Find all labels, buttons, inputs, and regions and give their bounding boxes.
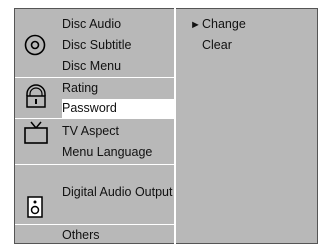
menu-item-password[interactable]: Password: [62, 99, 174, 118]
menu-item-digital-audio-output[interactable]: Digital Audio Output: [62, 183, 173, 202]
submenu-item-change[interactable]: ►Change: [190, 15, 246, 34]
lock-icon: [26, 84, 46, 108]
speaker-icon: [27, 196, 43, 218]
tv-icon: [24, 121, 48, 144]
column-divider: [174, 8, 176, 244]
menu-item-disc-audio[interactable]: Disc Audio: [62, 15, 121, 34]
submenu-item-clear[interactable]: Clear: [202, 36, 232, 55]
group-separator: [15, 224, 174, 225]
menu-item-others[interactable]: Others: [62, 226, 100, 245]
menu-item-rating[interactable]: Rating: [62, 79, 98, 98]
group-separator: [15, 164, 174, 165]
menu-item-disc-subtitle[interactable]: Disc Subtitle: [62, 36, 131, 55]
selection-arrow-icon: ►: [190, 19, 201, 31]
group-separator: [15, 118, 174, 119]
settings-menu-panel: [14, 8, 318, 244]
menu-item-menu-language[interactable]: Menu Language: [62, 143, 152, 162]
disc-icon: [24, 34, 46, 56]
group-separator: [15, 77, 174, 78]
menu-item-tv-aspect[interactable]: TV Aspect: [62, 122, 119, 141]
menu-item-disc-menu[interactable]: Disc Menu: [62, 57, 121, 76]
